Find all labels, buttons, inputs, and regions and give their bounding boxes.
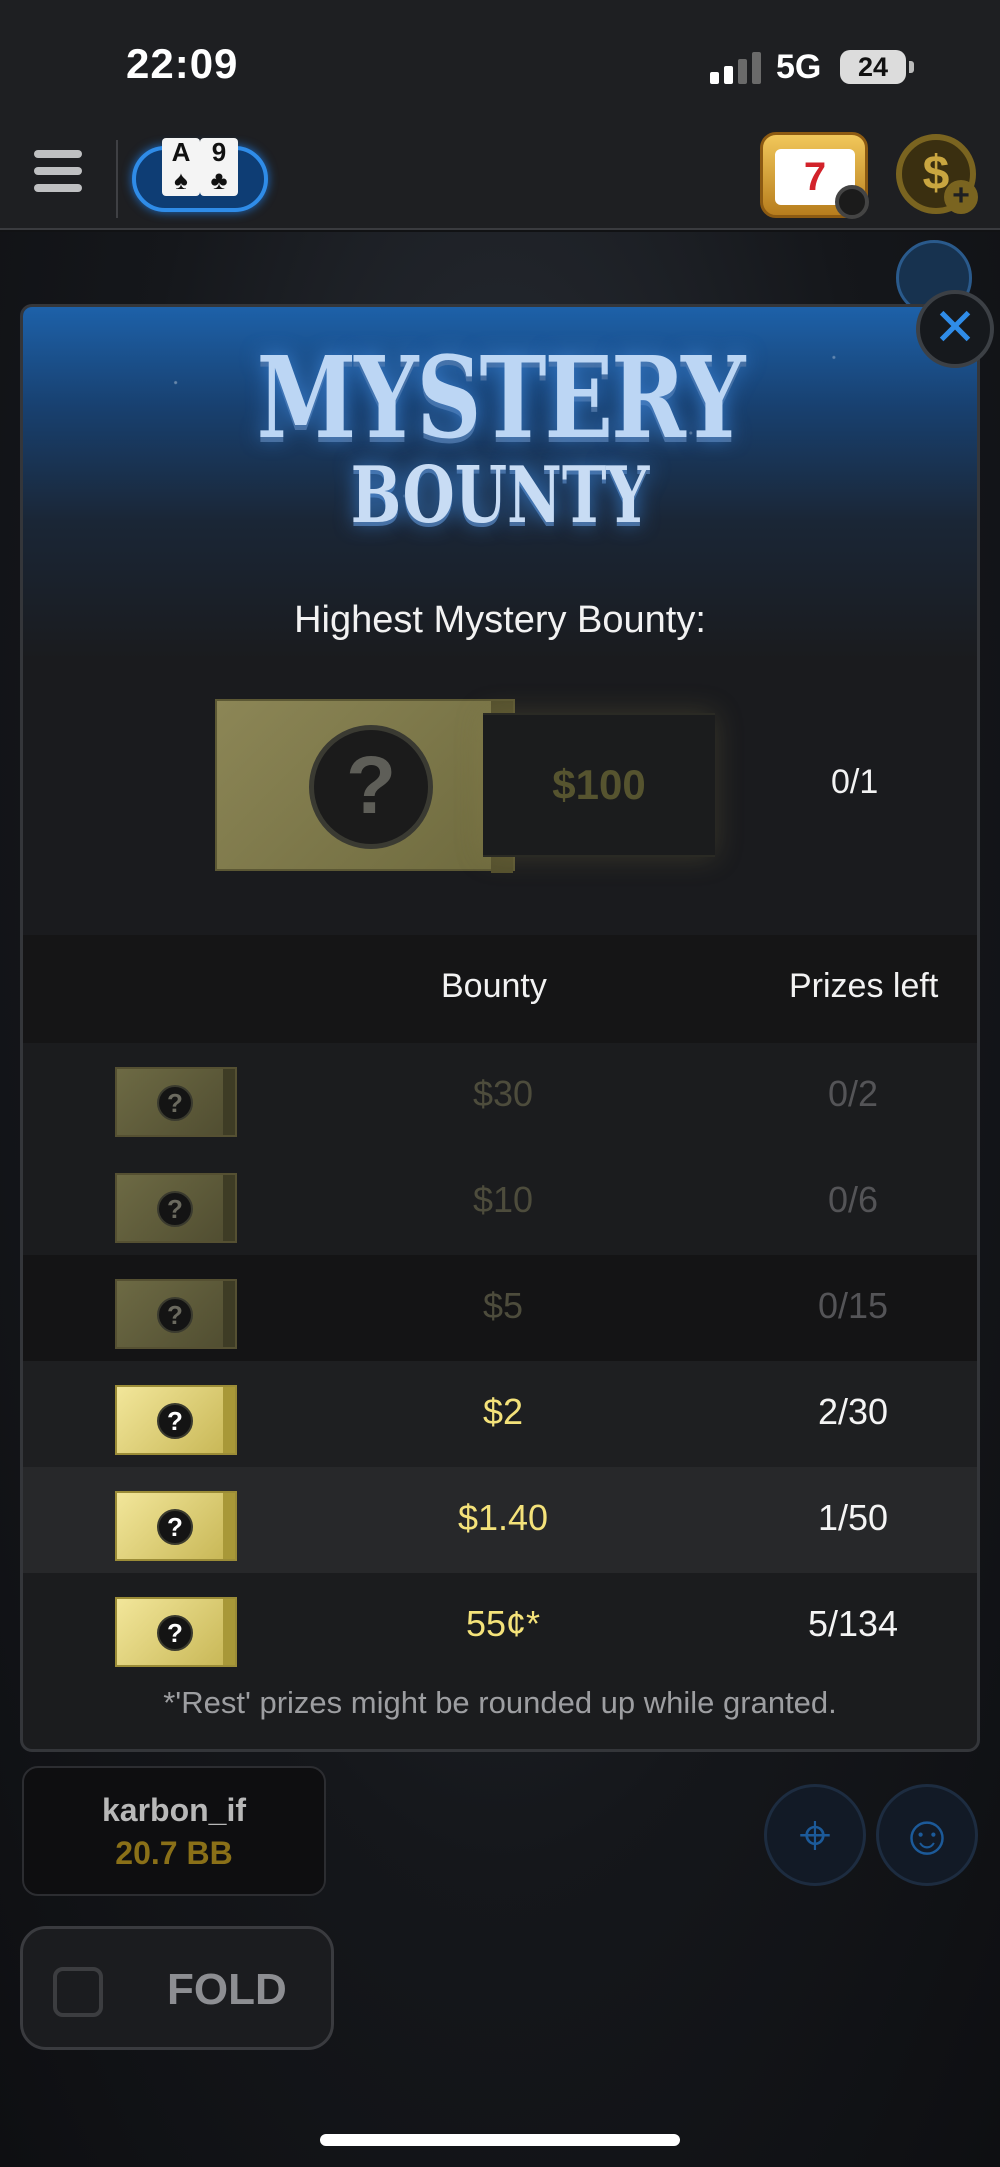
prizes-left-value: 5/134 <box>807 1603 899 1644</box>
bounty-value: $10 <box>472 1179 534 1220</box>
fold-label: FOLD <box>167 1965 287 2014</box>
bounty-ticket-icon: ? <box>115 1597 237 1667</box>
fold-checkbox[interactable] <box>53 1967 103 2017</box>
status-bar: 22:09 5G 24 <box>0 0 1000 130</box>
bounty-value: $1.40 <box>457 1497 549 1538</box>
bounty-ticket-icon: ? <box>115 1173 237 1243</box>
bounty-table-header: Bounty Prizes left <box>23 935 977 1043</box>
bounty-value: $30 <box>472 1073 534 1114</box>
add-funds-icon: + <box>944 180 978 214</box>
fold-button[interactable]: FOLD <box>20 1926 334 2050</box>
hamburger-menu-icon[interactable] <box>34 150 82 202</box>
emoji-icon[interactable]: ☺ <box>876 1784 978 1886</box>
bounty-value: $5 <box>482 1285 524 1326</box>
top-nav: A ♠ 9 ♣ 7 $ + <box>0 130 1000 230</box>
question-mark-icon: ? <box>157 1403 193 1439</box>
table-row: ? $10 0/6 <box>23 1149 977 1255</box>
slots-game-icon[interactable]: 7 <box>760 132 869 219</box>
slots-badge-icon <box>835 185 869 219</box>
highest-bounty-value-box: $100 <box>483 713 715 857</box>
highest-bounty-prizes-left: 0/1 <box>831 763 879 801</box>
hole-card-1: A ♠ <box>162 138 200 196</box>
mystery-bounty-modal: MYSTERY BOUNTY Highest Mystery Bounty: ?… <box>20 304 980 1752</box>
table-row: ? $30 0/2 <box>23 1043 977 1149</box>
table-row: ? 55¢* 5/134 <box>23 1573 977 1679</box>
bounty-value: 55¢* <box>465 1603 541 1644</box>
network-label: 5G <box>776 48 822 86</box>
question-mark-icon: ? <box>157 1615 193 1651</box>
player-seat: karbon_if 20.7 BB <box>22 1766 326 1896</box>
bounty-value: $2 <box>482 1391 524 1432</box>
current-hand-button[interactable]: A ♠ 9 ♣ <box>132 138 268 212</box>
cashier-icon[interactable]: $ + <box>896 134 978 214</box>
bounty-ticket-icon: ? <box>115 1385 237 1455</box>
prizes-left-value: 0/6 <box>827 1179 879 1220</box>
status-time: 22:09 <box>126 40 239 87</box>
highest-bounty-label: Highest Mystery Bounty: <box>294 599 706 641</box>
rounding-footnote: *'Rest' prizes might be rounded up while… <box>163 1685 837 1720</box>
mystery-question-icon: ? <box>309 725 433 849</box>
signal-icon <box>710 52 762 84</box>
column-header-bounty: Bounty <box>441 967 547 1005</box>
nav-divider <box>116 140 118 218</box>
prizes-left-value: 2/30 <box>817 1391 889 1432</box>
player-name: karbon_if <box>101 1792 247 1828</box>
question-mark-icon: ? <box>157 1297 193 1333</box>
logo-title-line1: MYSTERY <box>256 331 746 465</box>
crosshair-icon[interactable]: ⌖ <box>764 1784 866 1886</box>
table-row: ? $1.40 1/50 <box>23 1467 977 1573</box>
close-modal-button[interactable]: ✕ <box>916 290 994 368</box>
table-row: ? $5 0/15 <box>23 1255 977 1361</box>
logo-title-line2: BOUNTY <box>350 450 650 542</box>
home-indicator <box>320 2134 680 2146</box>
modal-header: MYSTERY BOUNTY Highest Mystery Bounty: ?… <box>23 307 977 937</box>
question-mark-icon: ? <box>157 1085 193 1121</box>
bounty-ticket-icon: ? <box>115 1067 237 1137</box>
prizes-left-value: 0/15 <box>817 1285 889 1326</box>
prizes-left-value: 1/50 <box>817 1497 889 1538</box>
highest-bounty-ticket: ? <box>215 699 515 873</box>
hole-card-2: 9 ♣ <box>200 138 238 196</box>
player-stack: 20.7 BB <box>115 1835 233 1871</box>
bounty-ticket-icon: ? <box>115 1279 237 1349</box>
column-header-prizes-left: Prizes left <box>789 967 939 1005</box>
highest-bounty-value: $100 <box>552 761 646 808</box>
question-mark-icon: ? <box>157 1509 193 1545</box>
table-row: ? $2 2/30 <box>23 1361 977 1467</box>
question-mark-icon: ? <box>157 1191 193 1227</box>
prizes-left-value: 0/2 <box>827 1073 879 1114</box>
battery-icon: 24 <box>840 50 914 84</box>
bounty-ticket-icon: ? <box>115 1491 237 1561</box>
